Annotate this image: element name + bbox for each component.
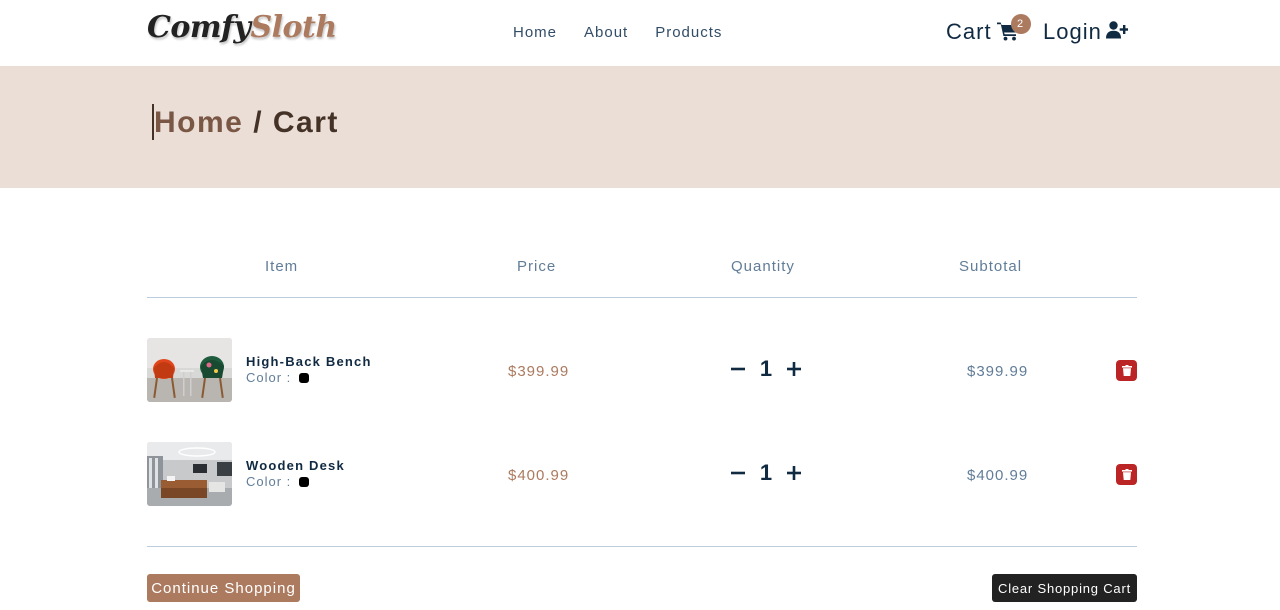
cart-button[interactable]: Cart 2	[946, 14, 1031, 45]
brand-logo-part1: Comfy	[147, 10, 251, 45]
plus-icon	[787, 362, 801, 376]
nav-link-products[interactable]: Products	[655, 24, 722, 41]
item-color-label: Color :	[246, 474, 292, 489]
item-subtotal: $399.99	[967, 363, 1029, 380]
breadcrumb-home-link[interactable]: Home	[154, 106, 243, 139]
color-swatch	[299, 372, 310, 383]
column-header-item: Item	[265, 258, 299, 275]
page-hero: Home / Cart	[0, 66, 1280, 188]
brand-logo[interactable]: ComfySloth	[147, 10, 337, 45]
quantity-value: 1	[759, 460, 773, 485]
nav-link-about[interactable]: About	[584, 24, 628, 41]
cart-label: Cart	[946, 19, 992, 44]
breadcrumb: Home / Cart	[154, 106, 339, 140]
item-price: $400.99	[508, 467, 570, 484]
item-color-label: Color :	[246, 370, 292, 385]
quantity-stepper: 1	[729, 459, 803, 487]
cart-item-row: High-Back Bench Color : $399.99 1 $399.9…	[0, 338, 1280, 402]
increase-quantity-button[interactable]	[785, 355, 803, 383]
item-name: High-Back Bench	[246, 354, 372, 369]
cart-item-row: Wooden Desk Color : $400.99 1 $400.99	[0, 442, 1280, 506]
clear-cart-button[interactable]: Clear Shopping Cart	[992, 574, 1137, 602]
plus-icon	[787, 466, 801, 480]
breadcrumb-separator: /	[243, 106, 273, 139]
nav-links: Home About Products	[513, 24, 749, 41]
remove-item-button[interactable]	[1116, 360, 1137, 381]
minus-icon	[731, 367, 745, 371]
minus-icon	[731, 471, 745, 475]
nav-link-home[interactable]: Home	[513, 24, 557, 41]
decrease-quantity-button[interactable]	[729, 459, 747, 487]
increase-quantity-button[interactable]	[785, 459, 803, 487]
cart-count-badge: 2	[1010, 14, 1031, 34]
remove-item-button[interactable]	[1116, 464, 1137, 485]
item-color: Color :	[246, 474, 310, 489]
quantity-stepper: 1	[729, 355, 803, 383]
continue-shopping-button[interactable]: Continue Shopping	[147, 574, 300, 602]
column-header-quantity: Quantity	[731, 258, 795, 275]
navbar: ComfySloth Home About Products Cart 2 Lo…	[0, 0, 1280, 66]
product-image-high-back-bench	[147, 338, 232, 402]
shopping-cart-icon: 2	[996, 14, 1031, 43]
decrease-quantity-button[interactable]	[729, 355, 747, 383]
footer-divider	[147, 546, 1137, 547]
trash-icon	[1121, 365, 1132, 376]
color-swatch	[299, 476, 310, 487]
product-image-wooden-desk	[147, 442, 232, 506]
quantity-value: 1	[759, 356, 773, 381]
login-button[interactable]: Login	[1043, 19, 1129, 45]
user-plus-icon	[1102, 19, 1129, 45]
login-label: Login	[1043, 19, 1102, 44]
item-price: $399.99	[508, 363, 570, 380]
column-header-price: Price	[517, 258, 557, 275]
item-color: Color :	[246, 370, 310, 385]
item-subtotal: $400.99	[967, 467, 1029, 484]
header-divider	[147, 297, 1137, 298]
trash-icon	[1121, 469, 1132, 480]
column-header-subtotal: Subtotal	[959, 258, 1023, 275]
brand-logo-part2: Sloth	[250, 10, 337, 45]
breadcrumb-current: Cart	[272, 106, 339, 139]
item-name: Wooden Desk	[246, 458, 345, 473]
